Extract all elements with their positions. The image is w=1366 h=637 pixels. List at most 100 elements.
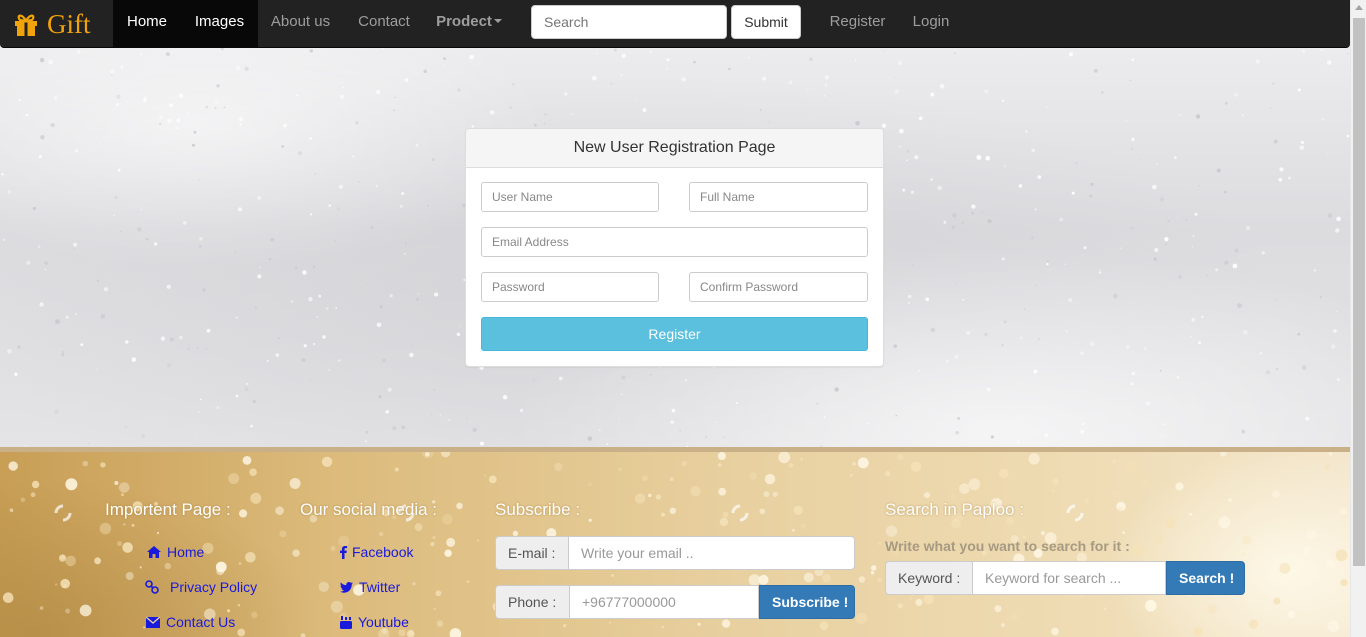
glitter-sparkle (483, 474, 486, 477)
snow-speck (40, 135, 45, 140)
keyword-search-input[interactable]: Keyword for search ... (973, 561, 1166, 595)
subscribe-email-input[interactable]: Write your email .. (569, 536, 855, 570)
footer-link-home[interactable]: Home (147, 544, 204, 560)
snow-speck (1062, 443, 1064, 446)
glitter-sparkle (800, 523, 806, 529)
snow-speck (1224, 260, 1229, 265)
snow-speck (971, 211, 974, 215)
snow-speck (96, 368, 98, 371)
snow-speck (335, 307, 338, 309)
snow-speck (275, 353, 280, 357)
footer-link-contact-us[interactable]: Contact Us (146, 614, 235, 630)
snow-speck (1232, 263, 1238, 269)
snow-speck (1089, 341, 1095, 347)
password-input[interactable]: Password (481, 272, 659, 302)
snow-speck (489, 110, 495, 115)
glitter-sparkle (444, 549, 452, 557)
nav-register[interactable]: Register (816, 0, 899, 47)
username-input[interactable]: User Name (481, 182, 659, 212)
snow-speck (666, 58, 670, 62)
brand-logo[interactable]: Gift (13, 8, 91, 40)
confirm-password-input[interactable]: Confirm Password (689, 272, 868, 302)
glitter-sparkle (237, 628, 246, 637)
glitter-sparkle (440, 452, 451, 458)
nav-login[interactable]: Login (899, 0, 963, 47)
glitter-sparkle (1241, 552, 1246, 557)
nav-about-us[interactable]: About us (258, 0, 343, 47)
glitter-sparkle (690, 485, 701, 497)
snow-speck (143, 96, 147, 100)
snow-speck (1261, 251, 1265, 255)
snow-speck (1044, 433, 1048, 437)
snow-speck (117, 168, 121, 172)
snow-speck (223, 106, 226, 109)
snow-speck (1190, 336, 1193, 338)
footer-link-twitter[interactable]: Twitter (339, 579, 400, 595)
fullname-input[interactable]: Full Name (689, 182, 868, 212)
navbar-submit-button[interactable]: Submit (731, 5, 801, 39)
scroll-up-arrow-icon[interactable] (1355, 5, 1363, 10)
snow-speck (387, 387, 392, 392)
snow-speck (382, 358, 386, 363)
glitter-sparkle (1335, 549, 1348, 562)
subscribe-phone-input[interactable]: +96777000000 (570, 585, 759, 619)
snow-speck (375, 89, 381, 95)
snow-speck (202, 288, 206, 292)
scroll-thumb[interactable] (1353, 18, 1365, 566)
glitter-sparkle (1165, 517, 1176, 529)
glitter-sparkle (379, 531, 384, 537)
nav-prodect-dropdown[interactable]: Prodect (424, 0, 514, 47)
vertical-scrollbar[interactable] (1350, 0, 1366, 637)
snow-speck (244, 66, 249, 71)
snow-speck (1331, 344, 1336, 349)
glitter-sparkle (1220, 452, 1227, 457)
glitter-sparkle (242, 456, 252, 465)
snow-speck (1297, 332, 1301, 336)
glitter-sparkle (722, 511, 729, 518)
glitter-sparkle (421, 452, 434, 459)
snow-speck (1089, 194, 1093, 198)
snow-speck (1347, 53, 1349, 55)
subscribe-button[interactable]: Subscribe ! (759, 585, 855, 619)
snow-speck (199, 236, 203, 241)
snow-speck (80, 343, 84, 346)
snow-speck (681, 77, 686, 82)
glitter-sparkle (994, 605, 1002, 613)
snow-speck (693, 60, 696, 64)
twitter-icon (339, 581, 353, 593)
snow-speck (502, 395, 508, 400)
snow-speck (952, 213, 957, 218)
snow-speck (179, 335, 183, 340)
snow-speck (296, 94, 299, 97)
footer-link-privacy-policy[interactable]: Privacy Policy (145, 579, 257, 595)
glitter-sparkle (721, 619, 731, 628)
snow-speck (809, 57, 813, 61)
footer-link-facebook[interactable]: Facebook (339, 544, 413, 560)
snow-speck (1068, 52, 1073, 57)
glitter-sparkle (94, 557, 101, 565)
glitter-sparkle (800, 457, 803, 461)
footer-search-button[interactable]: Search ! (1166, 561, 1245, 595)
snow-speck (925, 297, 930, 302)
glitter-sparkle (99, 522, 112, 535)
footer-link-home-label: Home (167, 544, 205, 560)
email-input[interactable]: Email Address (481, 227, 868, 257)
nav-home[interactable]: Home (113, 0, 181, 47)
snow-speck (1336, 310, 1338, 313)
snow-speck (823, 416, 826, 419)
snow-speck (990, 435, 994, 439)
nav-images[interactable]: Images (181, 0, 258, 47)
snow-speck (254, 306, 257, 309)
snow-speck (55, 319, 60, 324)
snow-speck (270, 237, 275, 242)
snow-speck (679, 429, 681, 432)
register-button[interactable]: Register (481, 317, 868, 351)
snow-speck (954, 354, 959, 359)
glitter-sparkle (718, 487, 727, 496)
snow-speck (1273, 139, 1278, 144)
nav-contact[interactable]: Contact (344, 0, 424, 47)
snow-speck (167, 118, 172, 124)
navbar-search-input[interactable] (531, 5, 727, 39)
snow-speck (1327, 153, 1329, 155)
footer-link-youtube[interactable]: Youtube (339, 614, 409, 630)
